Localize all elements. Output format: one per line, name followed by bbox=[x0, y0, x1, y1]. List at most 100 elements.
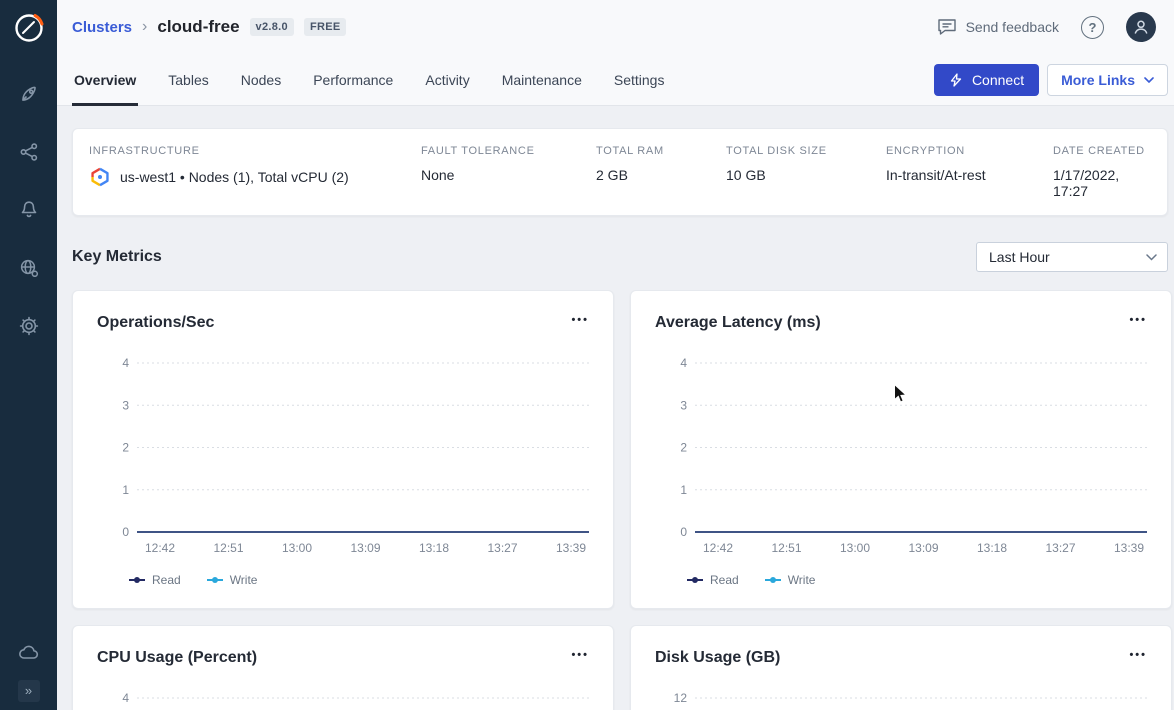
info-value: 1/17/2022, 17:27 bbox=[1053, 167, 1151, 199]
legend-item[interactable]: Read bbox=[687, 573, 739, 587]
legend-marker-icon bbox=[207, 576, 223, 584]
svg-text:1: 1 bbox=[680, 483, 687, 497]
svg-text:2: 2 bbox=[680, 441, 687, 455]
key-metrics-title: Key Metrics bbox=[72, 248, 162, 266]
info-col-fault-tolerance: FAULT TOLERANCE None bbox=[421, 145, 596, 199]
cloud-icon[interactable] bbox=[17, 640, 41, 664]
header: Clusters › cloud-free v2.8.0 FREE Send f… bbox=[57, 0, 1174, 54]
info-value: 2 GB bbox=[596, 167, 726, 183]
svg-text:13:27: 13:27 bbox=[487, 541, 517, 555]
avatar[interactable] bbox=[1126, 12, 1156, 42]
info-col-date-created: DATE CREATED 1/17/2022, 17:27 bbox=[1053, 145, 1151, 199]
send-feedback-button[interactable]: Send feedback bbox=[937, 18, 1059, 36]
tab-activity[interactable]: Activity bbox=[423, 54, 471, 105]
svg-text:13:09: 13:09 bbox=[350, 541, 380, 555]
cockroachdb-logo-icon[interactable] bbox=[11, 10, 47, 51]
tab-maintenance[interactable]: Maintenance bbox=[500, 54, 584, 105]
chart-plot: 4321012:4212:5113:0013:0913:1813:2713:39 bbox=[97, 345, 589, 561]
regions-globe-icon[interactable] bbox=[17, 256, 41, 280]
page-title-cluster-name: cloud-free bbox=[157, 17, 239, 37]
sidebar-nav bbox=[17, 82, 41, 338]
info-col-encryption: ENCRYPTION In-transit/At-rest bbox=[886, 145, 1053, 199]
chart-card-cpu: CPU Usage (Percent) ••• 4321012:4212:511… bbox=[72, 625, 614, 710]
help-button[interactable]: ? bbox=[1081, 16, 1104, 39]
svg-text:12:51: 12:51 bbox=[213, 541, 243, 555]
question-mark-icon: ? bbox=[1089, 20, 1097, 35]
svg-text:4: 4 bbox=[680, 356, 687, 370]
expand-chevrons-icon: » bbox=[25, 683, 32, 698]
svg-text:0: 0 bbox=[122, 525, 129, 539]
chart-title: CPU Usage (Percent) bbox=[97, 648, 257, 668]
settings-gear-icon[interactable] bbox=[17, 314, 41, 338]
more-links-label: More Links bbox=[1061, 72, 1135, 88]
charts-grid: Operations/Sec ••• 4321012:4212:5113:001… bbox=[72, 290, 1168, 710]
info-col-infrastructure: INFRASTRUCTURE us-west1 • Nodes (1), Tot… bbox=[89, 145, 421, 199]
chart-title: Operations/Sec bbox=[97, 313, 214, 333]
svg-text:12:42: 12:42 bbox=[703, 541, 733, 555]
alerts-bell-icon[interactable] bbox=[17, 198, 41, 222]
tab-performance[interactable]: Performance bbox=[311, 54, 395, 105]
tab-nodes[interactable]: Nodes bbox=[239, 54, 283, 105]
svg-text:12:51: 12:51 bbox=[771, 541, 801, 555]
tab-settings[interactable]: Settings bbox=[612, 54, 667, 105]
get-started-rocket-icon[interactable] bbox=[17, 82, 41, 106]
info-value: us-west1 • Nodes (1), Total vCPU (2) bbox=[89, 167, 421, 187]
chart-menu-ellipsis-icon[interactable]: ••• bbox=[1129, 648, 1147, 662]
info-label: INFRASTRUCTURE bbox=[89, 145, 421, 157]
legend-marker-icon bbox=[765, 576, 781, 584]
svg-text:13:27: 13:27 bbox=[1045, 541, 1075, 555]
tab-actions: Connect More Links bbox=[934, 54, 1168, 105]
connect-button[interactable]: Connect bbox=[934, 64, 1039, 96]
legend-label: Write bbox=[788, 573, 816, 587]
content: INFRASTRUCTURE us-west1 • Nodes (1), Tot… bbox=[57, 106, 1174, 710]
legend-marker-icon bbox=[129, 576, 145, 584]
info-label: DATE CREATED bbox=[1053, 145, 1151, 157]
connect-bolt-icon bbox=[949, 73, 963, 87]
chart-plot: 4321012:4212:5113:0013:0913:1813:2713:39 bbox=[97, 680, 589, 710]
info-label: TOTAL RAM bbox=[596, 145, 726, 157]
chart-legend: Read Write bbox=[687, 573, 1147, 587]
svg-text:13:18: 13:18 bbox=[977, 541, 1007, 555]
breadcrumb-clusters-link[interactable]: Clusters bbox=[72, 19, 132, 36]
sidebar-expand-button[interactable]: » bbox=[18, 680, 40, 702]
clusters-network-icon[interactable] bbox=[17, 140, 41, 164]
legend-label: Write bbox=[230, 573, 258, 587]
time-range-select[interactable]: Last Hour bbox=[976, 242, 1168, 272]
legend-item[interactable]: Write bbox=[765, 573, 816, 587]
tab-tables[interactable]: Tables bbox=[166, 54, 210, 105]
chart-card-operations: Operations/Sec ••• 4321012:4212:5113:001… bbox=[72, 290, 614, 609]
svg-text:13:39: 13:39 bbox=[1114, 541, 1144, 555]
svg-text:0: 0 bbox=[680, 525, 687, 539]
chart-menu-ellipsis-icon[interactable]: ••• bbox=[1129, 313, 1147, 327]
info-label: TOTAL DISK SIZE bbox=[726, 145, 886, 157]
svg-text:13:39: 13:39 bbox=[556, 541, 586, 555]
app-root: » Clusters › cloud-free v2.8.0 FREE Send… bbox=[0, 0, 1174, 710]
chart-menu-ellipsis-icon[interactable]: ••• bbox=[571, 313, 589, 327]
send-feedback-label: Send feedback bbox=[966, 19, 1059, 35]
svg-text:13:18: 13:18 bbox=[419, 541, 449, 555]
cluster-info-card: INFRASTRUCTURE us-west1 • Nodes (1), Tot… bbox=[72, 128, 1168, 216]
svg-text:4: 4 bbox=[122, 691, 129, 705]
gcp-icon bbox=[89, 167, 111, 187]
feedback-bubble-icon bbox=[937, 18, 957, 36]
info-col-total-ram: TOTAL RAM 2 GB bbox=[596, 145, 726, 199]
chart-card-disk: Disk Usage (GB) ••• 12963012:4212:5113:0… bbox=[630, 625, 1172, 710]
chart-menu-ellipsis-icon[interactable]: ••• bbox=[571, 648, 589, 662]
breadcrumb: Clusters › cloud-free v2.8.0 FREE bbox=[72, 17, 346, 37]
sidebar: » bbox=[0, 0, 57, 710]
svg-text:2: 2 bbox=[122, 441, 129, 455]
svg-text:13:00: 13:00 bbox=[840, 541, 870, 555]
legend-item[interactable]: Write bbox=[207, 573, 258, 587]
svg-text:12:42: 12:42 bbox=[145, 541, 175, 555]
legend-item[interactable]: Read bbox=[129, 573, 181, 587]
legend-label: Read bbox=[710, 573, 739, 587]
plan-badge: FREE bbox=[304, 18, 347, 36]
chevron-down-icon bbox=[1144, 77, 1154, 83]
svg-text:3: 3 bbox=[122, 398, 129, 412]
tabs: Overview Tables Nodes Performance Activi… bbox=[72, 54, 666, 105]
info-value: In-transit/At-rest bbox=[886, 167, 1053, 183]
user-icon bbox=[1132, 18, 1150, 36]
chevron-down-icon bbox=[1146, 254, 1157, 261]
tab-overview[interactable]: Overview bbox=[72, 54, 138, 105]
more-links-button[interactable]: More Links bbox=[1047, 64, 1168, 96]
